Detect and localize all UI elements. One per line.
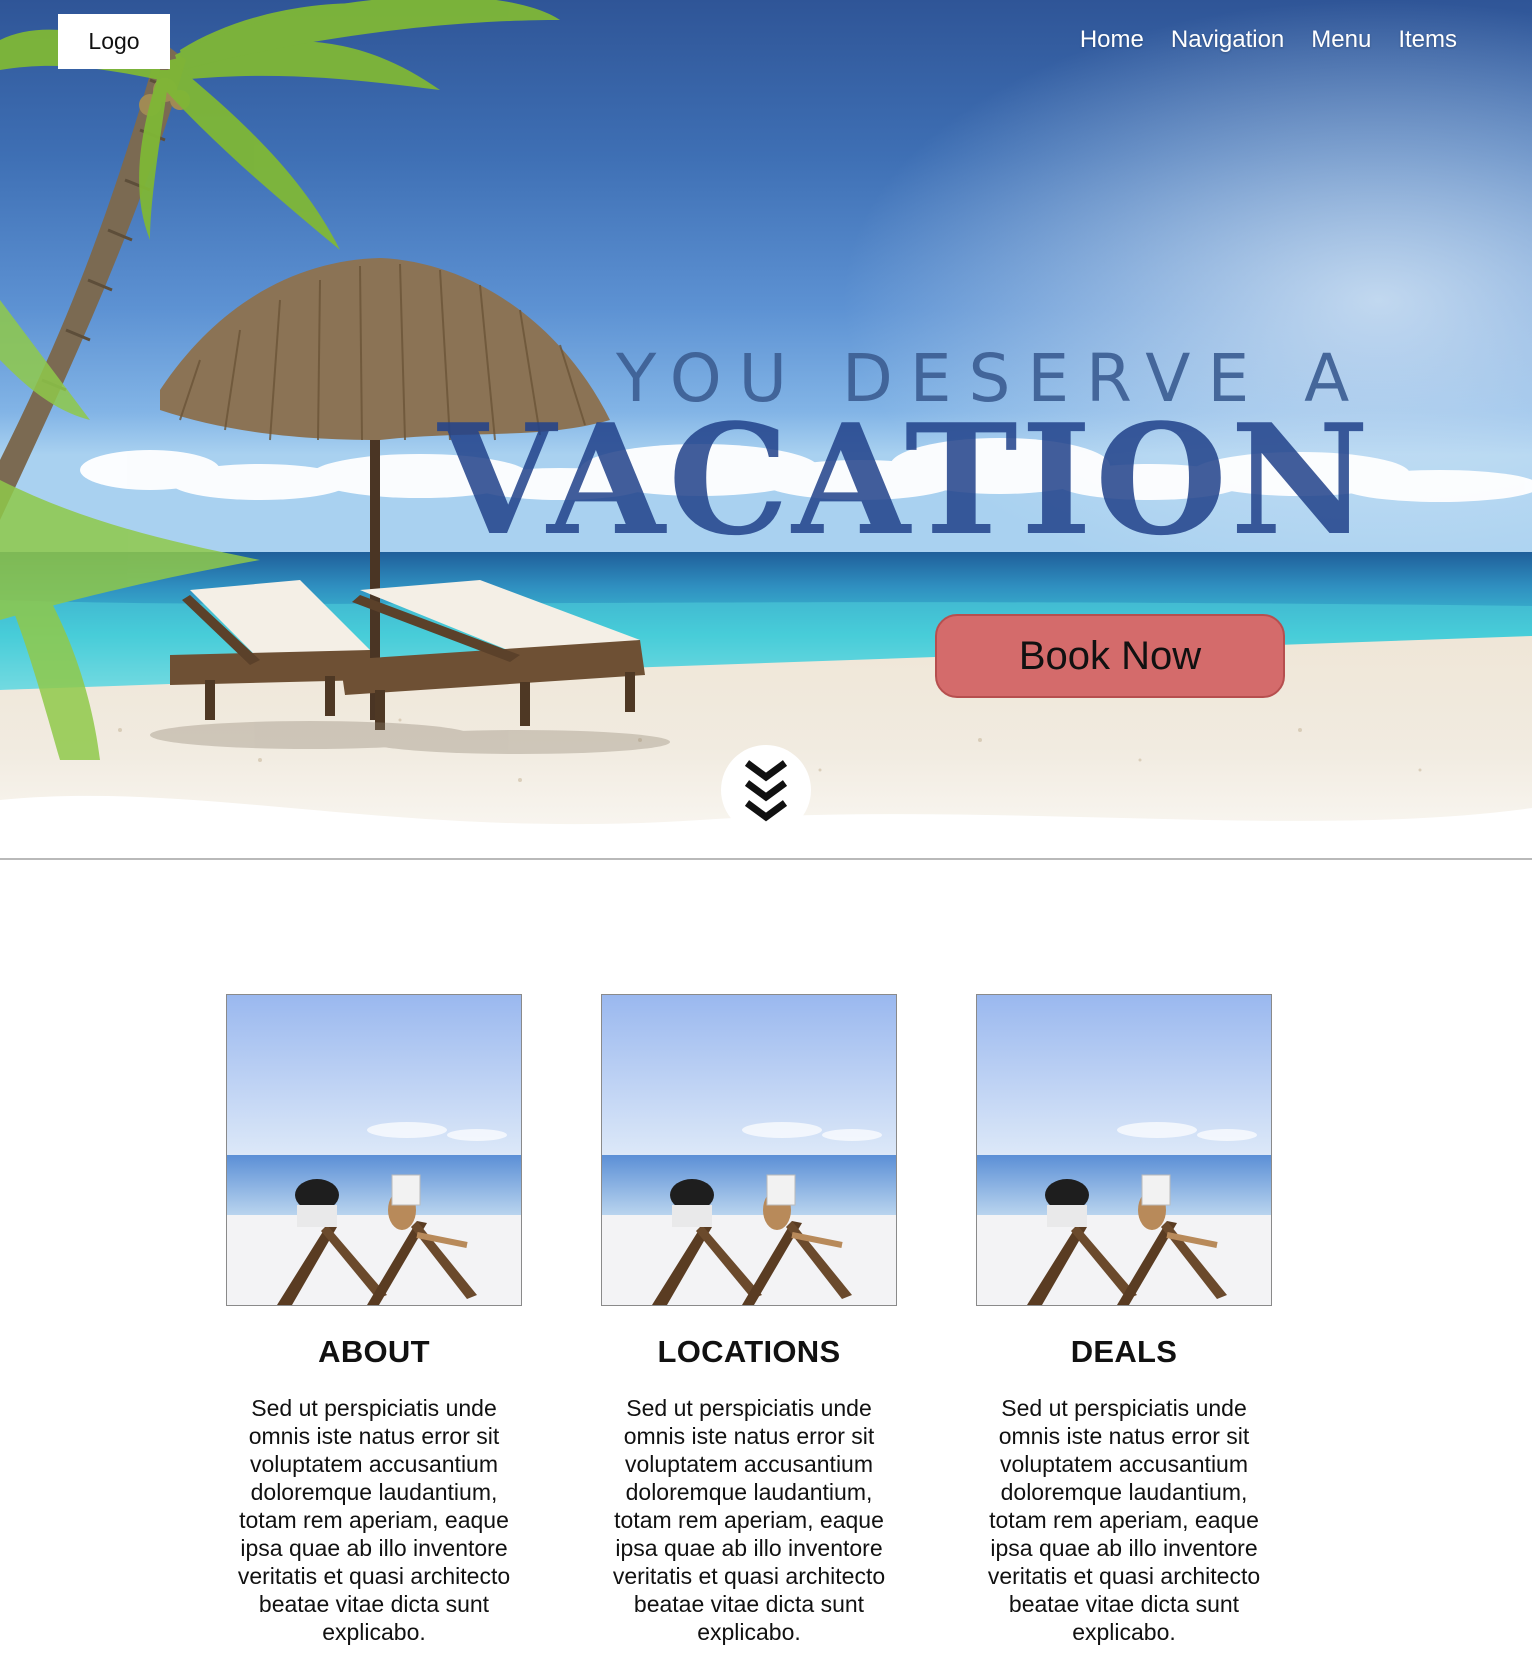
chevron-double-down-icon	[744, 760, 788, 822]
nav-item-items[interactable]: Items	[1398, 26, 1457, 54]
card-description: Sed ut perspiciatis unde omnis iste natu…	[237, 1395, 511, 1645]
book-now-button[interactable]: Book Now	[935, 614, 1285, 698]
hero-section: Logo Home Navigation Menu Items YOU DESE…	[0, 0, 1532, 858]
nav-item-menu[interactable]: Menu	[1311, 26, 1371, 54]
scroll-down-button[interactable]	[721, 745, 811, 835]
card-image	[226, 994, 522, 1306]
hero-tagline-big: VACATION	[438, 390, 1373, 569]
main-navigation: Home Navigation Menu Items	[1080, 26, 1457, 54]
card-locations: LOCATIONS Sed ut perspiciatis unde omnis…	[601, 994, 897, 1646]
card-title: DEALS	[1070, 1334, 1178, 1369]
card-about: ABOUT Sed ut perspiciatis unde omnis ist…	[226, 994, 522, 1646]
hero-divider	[0, 858, 1532, 860]
card-image	[976, 994, 1272, 1306]
card-description: Sed ut perspiciatis unde omnis iste natu…	[987, 1395, 1261, 1645]
logo[interactable]: Logo	[58, 14, 170, 69]
card-deals: DEALS Sed ut perspiciatis unde omnis ist…	[976, 994, 1272, 1646]
card-description: Sed ut perspiciatis unde omnis iste natu…	[612, 1395, 886, 1645]
nav-item-navigation[interactable]: Navigation	[1171, 26, 1284, 54]
card-image	[601, 994, 897, 1306]
card-title: LOCATIONS	[657, 1334, 841, 1369]
nav-item-home[interactable]: Home	[1080, 26, 1144, 54]
card-title: ABOUT	[318, 1334, 430, 1369]
